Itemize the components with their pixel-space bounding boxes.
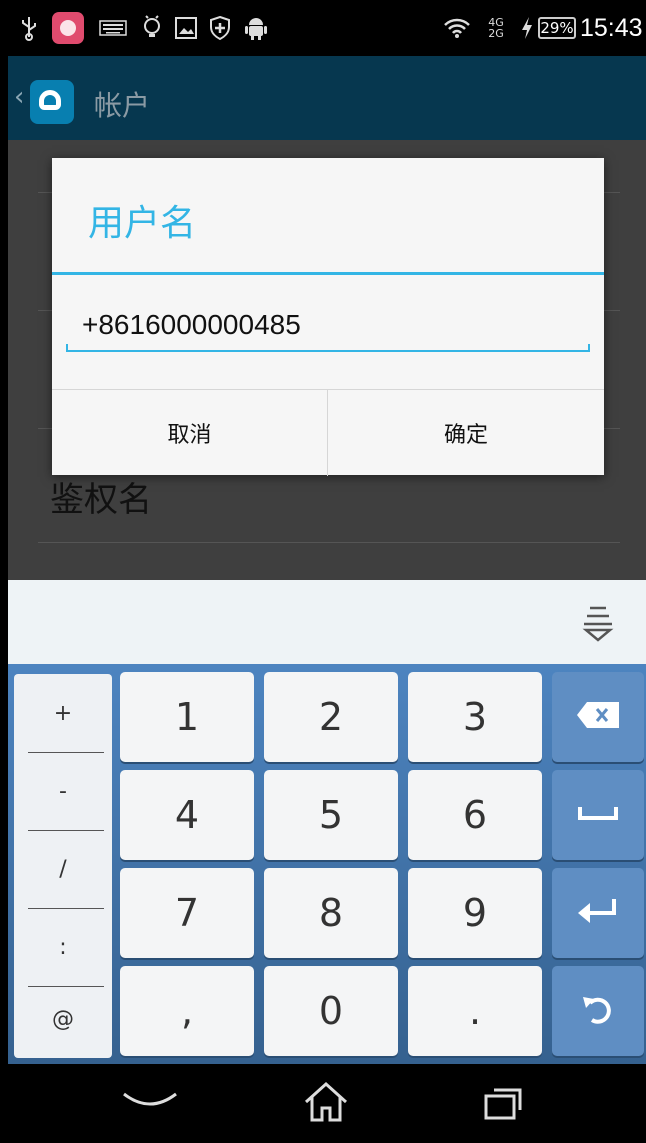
divider (38, 542, 620, 543)
lightbulb-icon (140, 14, 164, 42)
page-title: 帐户 (94, 89, 151, 122)
username-input[interactable] (82, 304, 592, 346)
key-comma[interactable]: , (120, 966, 254, 1056)
back-icon[interactable] (120, 1088, 180, 1122)
recents-icon[interactable] (484, 1086, 524, 1124)
enter-key[interactable] (552, 868, 644, 958)
numeric-keyboard: + - / : @ 1 2 3 4 5 6 7 8 9 , 0 . (8, 664, 646, 1064)
symbol-key[interactable]: @ (14, 980, 112, 1058)
key-9[interactable]: 9 (408, 868, 542, 958)
undo-key[interactable] (552, 966, 644, 1056)
symbol-key[interactable]: - (14, 752, 112, 830)
usb-icon (18, 14, 40, 42)
key-5[interactable]: 5 (264, 770, 398, 860)
username-dialog: 用户名 取消 确定 (52, 158, 604, 476)
symbol-panel: + - / : @ (14, 674, 112, 1058)
android-icon (244, 14, 268, 42)
home-icon[interactable] (302, 1080, 350, 1128)
key-0[interactable]: 0 (264, 966, 398, 1056)
wifi-icon (442, 14, 472, 42)
signal-bottom-label: 2G (488, 27, 504, 40)
keyboard-icon (98, 14, 128, 42)
key-period[interactable]: . (408, 966, 542, 1056)
key-1[interactable]: 1 (120, 672, 254, 762)
navigation-bar (8, 1064, 646, 1143)
app-notification-icon (52, 12, 84, 44)
dialog-title: 用户名 (88, 203, 197, 244)
signal-icon: 4G 2G (474, 14, 518, 42)
keyboard-toolbar (8, 580, 646, 664)
undo-icon (580, 991, 616, 1031)
auth-name-label[interactable]: 鉴权名 (50, 472, 152, 521)
charging-icon (518, 14, 536, 42)
space-icon (578, 805, 618, 825)
symbol-key[interactable]: / (14, 830, 112, 908)
ok-button[interactable]: 确定 (328, 390, 604, 476)
battery-indicator: 29% (538, 17, 576, 39)
hide-keyboard-icon[interactable] (578, 600, 618, 644)
cancel-button[interactable]: 取消 (52, 390, 328, 476)
action-bar: ‹ 帐户 (8, 56, 646, 140)
key-6[interactable]: 6 (408, 770, 542, 860)
screen: 4G 2G 29% 15:43 ‹ 帐户 鉴权名 用户名 取消 确定 (8, 0, 646, 1143)
key-7[interactable]: 7 (120, 868, 254, 958)
key-4[interactable]: 4 (120, 770, 254, 860)
space-key[interactable] (552, 770, 644, 860)
dialog-title-divider (52, 272, 604, 275)
enter-icon (576, 897, 620, 929)
symbol-key[interactable]: : (14, 908, 112, 986)
symbol-key[interactable]: + (14, 674, 112, 752)
backspace-icon (575, 700, 621, 734)
chevron-left-icon[interactable]: ‹ (14, 82, 24, 112)
key-2[interactable]: 2 (264, 672, 398, 762)
dialog-button-bar: 取消 确定 (52, 389, 604, 476)
backspace-key[interactable] (552, 672, 644, 762)
clock: 15:43 (580, 14, 643, 42)
app-logo-icon[interactable] (30, 80, 74, 124)
status-bar: 4G 2G 29% 15:43 (8, 0, 646, 56)
input-underline (66, 344, 590, 352)
key-8[interactable]: 8 (264, 868, 398, 958)
image-icon (174, 14, 198, 42)
key-3[interactable]: 3 (408, 672, 542, 762)
shield-icon (208, 14, 232, 42)
